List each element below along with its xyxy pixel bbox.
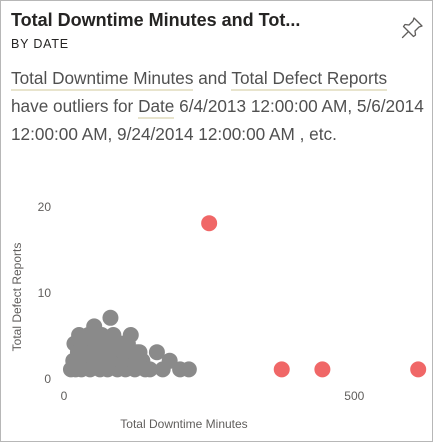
outlier-point — [201, 215, 218, 232]
measure-link-downtime[interactable]: Total Downtime Minutes — [11, 68, 194, 91]
insight-text: Total Downtime Minutes and Total Defect … — [11, 64, 426, 148]
y-tick-label: 20 — [38, 200, 52, 214]
y-tick-label: 0 — [44, 372, 51, 386]
card-subtitle: BY DATE — [11, 37, 69, 51]
card-title: Total Downtime Minutes and Tot... — [11, 10, 301, 30]
y-tick-label: 10 — [38, 286, 52, 300]
data-point — [125, 344, 142, 361]
insight-and: and — [193, 68, 232, 88]
x-tick-label: 0 — [61, 389, 68, 403]
x-axis-label: Total Downtime Minutes — [120, 417, 247, 431]
data-point — [102, 309, 119, 326]
x-tick-label: 500 — [344, 389, 364, 403]
y-axis-label: Total Defect Reports — [10, 243, 24, 352]
outlier-point — [273, 361, 290, 378]
data-point — [180, 361, 197, 378]
outlier-point — [410, 361, 427, 378]
scatter-chart: 0 10 20 0 500 Total Downtime Minutes Total Def… — [10, 200, 427, 431]
measure-link-defects[interactable]: Total Defect Reports — [231, 68, 388, 91]
insight-mid: have outliers for — [11, 96, 139, 116]
insight-card: Total Downtime Minutes and Tot... BY DAT… — [0, 0, 433, 442]
field-link-date[interactable]: Date — [138, 96, 175, 119]
pin-icon[interactable] — [399, 15, 425, 41]
outlier-point — [314, 361, 331, 378]
